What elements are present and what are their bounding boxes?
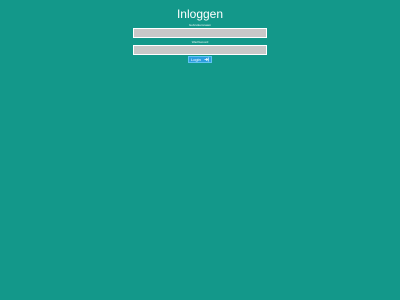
username-field[interactable] bbox=[133, 28, 267, 38]
login-arrow-icon bbox=[204, 57, 209, 62]
login-button-label: Login bbox=[191, 57, 201, 62]
username-label: Gebruikersnaam bbox=[188, 23, 212, 27]
login-button[interactable]: Login bbox=[188, 56, 212, 63]
password-field[interactable] bbox=[133, 45, 267, 55]
page-title: Inloggen bbox=[176, 7, 224, 21]
password-label: Wachtwoord bbox=[191, 40, 209, 44]
